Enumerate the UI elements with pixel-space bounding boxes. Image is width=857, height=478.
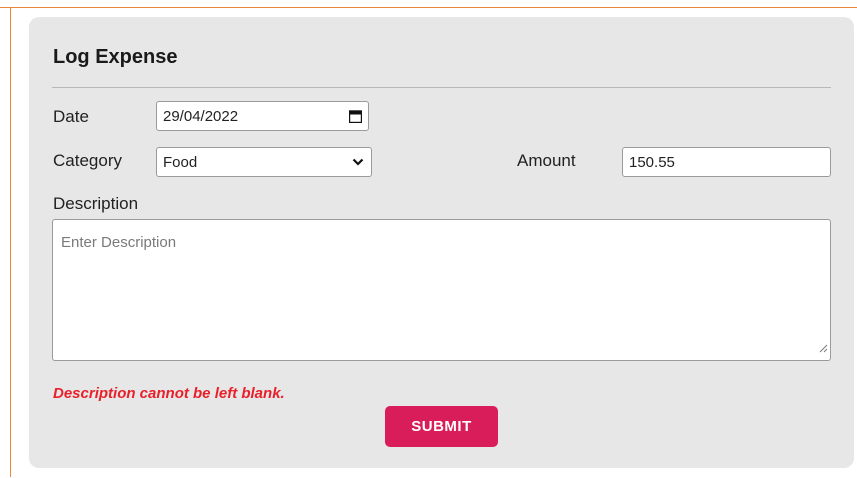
date-input[interactable]: 29/04/2022 (156, 101, 369, 131)
frame-top-border (0, 7, 857, 8)
amount-label: Amount (517, 151, 576, 170)
resize-grip-icon[interactable] (819, 340, 828, 358)
form-title: Log Expense (53, 46, 178, 68)
amount-input[interactable]: 150.55 (622, 147, 831, 177)
description-placeholder: Enter Description (61, 234, 177, 251)
category-selected-value: Food (163, 153, 198, 171)
chevron-down-icon (345, 158, 371, 166)
category-label: Category (53, 151, 122, 170)
log-expense-form: Log Expense Date 29/04/2022 Category Foo… (29, 17, 854, 468)
title-divider (52, 87, 831, 88)
description-error-message: Description cannot be left blank. (53, 385, 285, 402)
calendar-icon[interactable] (342, 109, 368, 123)
category-select[interactable]: Food (156, 147, 372, 177)
description-textarea[interactable]: Enter Description (52, 219, 831, 361)
amount-value: 150.55 (629, 153, 675, 171)
submit-button[interactable]: SUBMIT (385, 406, 498, 447)
description-label: Description (53, 194, 139, 213)
date-label: Date (53, 107, 89, 126)
frame-left-border (10, 7, 11, 477)
date-value: 29/04/2022 (163, 107, 239, 125)
